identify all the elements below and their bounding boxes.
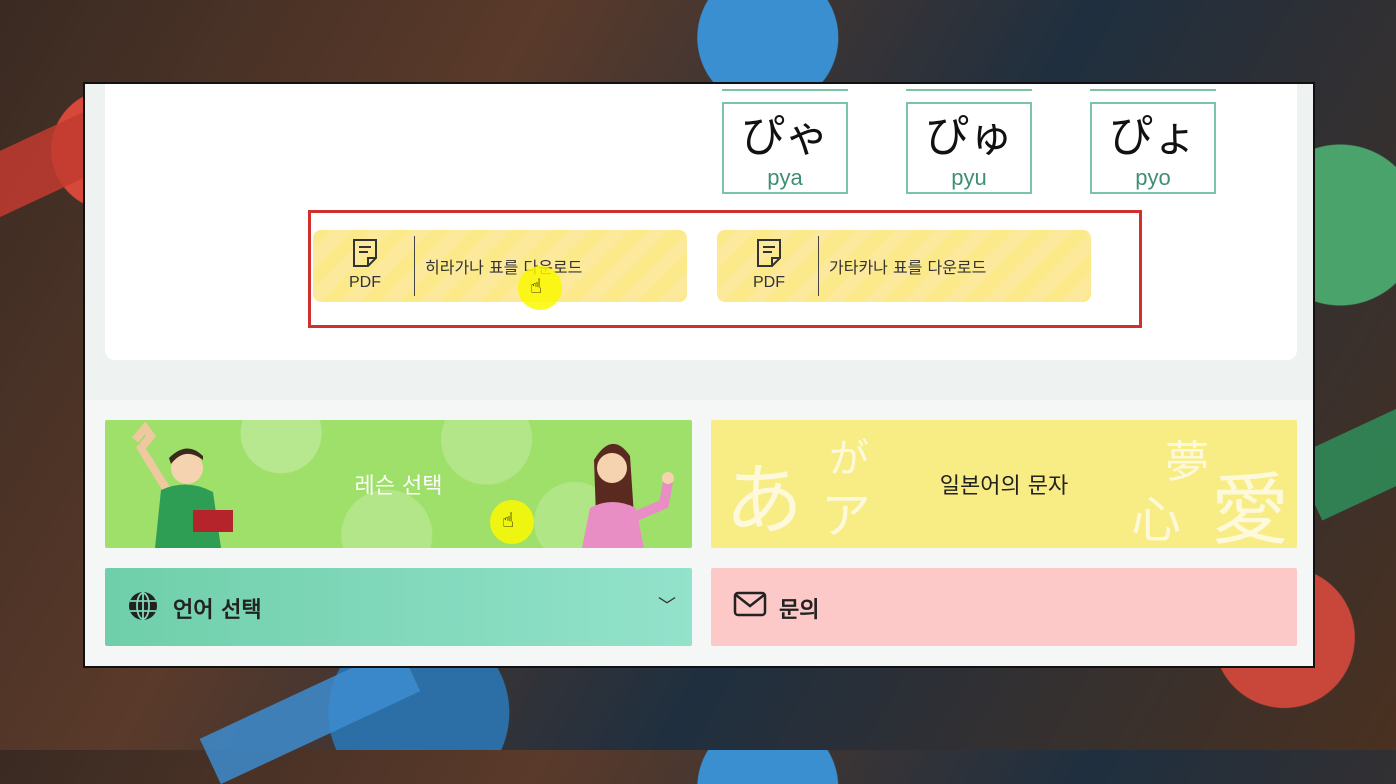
kana-romaji: pya bbox=[767, 165, 803, 190]
hand-pointer-icon: ☝ bbox=[530, 274, 543, 298]
download-label: 히라가나 표를 다운로드 bbox=[425, 258, 583, 277]
document-icon: PDF bbox=[343, 238, 387, 292]
contact-label: 문의 bbox=[779, 598, 820, 623]
japanese-script-label: 일본어의 문자 bbox=[939, 474, 1069, 499]
card-top-border bbox=[722, 89, 848, 91]
japanese-script-tile[interactable]: あ が ア 夢 心 愛 일본어의 문자 bbox=[711, 420, 1297, 548]
hand-pointer-icon: ☝ bbox=[502, 508, 515, 532]
lesson-select-label: 레슨 선택 bbox=[354, 474, 443, 499]
kana-romaji: pyu bbox=[951, 165, 987, 190]
card-top-border bbox=[1090, 89, 1216, 91]
card-top-border bbox=[906, 89, 1032, 91]
cursor-highlight: ☝ bbox=[518, 266, 562, 310]
document-icon: PDF bbox=[747, 238, 791, 292]
lesson-select-tile[interactable]: 레슨 선택 ☝ bbox=[105, 420, 692, 548]
pdf-format-label: PDF bbox=[753, 274, 785, 291]
mail-icon bbox=[733, 590, 767, 622]
kana-character: ぴょ bbox=[1109, 111, 1197, 162]
kana-card-pya: ぴゃ pya bbox=[722, 89, 848, 194]
kana-character: ぴゅ bbox=[925, 111, 1013, 162]
cursor-highlight: ☝ bbox=[490, 500, 534, 544]
kana-card-pyu: ぴゅ pyu bbox=[906, 89, 1032, 194]
button-divider bbox=[414, 236, 415, 296]
browser-viewport: ぴゃ pya ぴゅ pyu ぴょ pyo PDF 히라가나 표를 다운로드 PD… bbox=[85, 84, 1313, 666]
bottom-navigation: 레슨 선택 ☝ あ が ア 夢 心 愛 일본어의 문자 언어 선택 ﹀ 문의 bbox=[85, 400, 1313, 666]
kana-chart-card: ぴゃ pya ぴゅ pyu ぴょ pyo PDF 히라가나 표를 다운로드 PD… bbox=[105, 84, 1297, 360]
chevron-down-icon: ﹀ bbox=[658, 596, 676, 617]
download-label: 가타카나 표를 다운로드 bbox=[829, 258, 987, 277]
contact-tile[interactable]: 문의 bbox=[711, 568, 1297, 646]
button-divider bbox=[818, 236, 819, 296]
download-hiragana-button[interactable]: PDF 히라가나 표를 다운로드 bbox=[313, 230, 687, 302]
kana-character: ぴゃ bbox=[741, 111, 829, 162]
pdf-format-label: PDF bbox=[349, 274, 381, 291]
background-manga-3 bbox=[199, 645, 421, 784]
download-katakana-button[interactable]: PDF 가타카나 표를 다운로드 bbox=[717, 230, 1091, 302]
globe-icon bbox=[127, 590, 159, 626]
language-select-dropdown[interactable]: 언어 선택 ﹀ bbox=[105, 568, 692, 646]
kana-card-pyo: ぴょ pyo bbox=[1090, 89, 1216, 194]
language-select-label: 언어 선택 bbox=[173, 598, 262, 623]
kana-romaji: pyo bbox=[1135, 165, 1171, 190]
